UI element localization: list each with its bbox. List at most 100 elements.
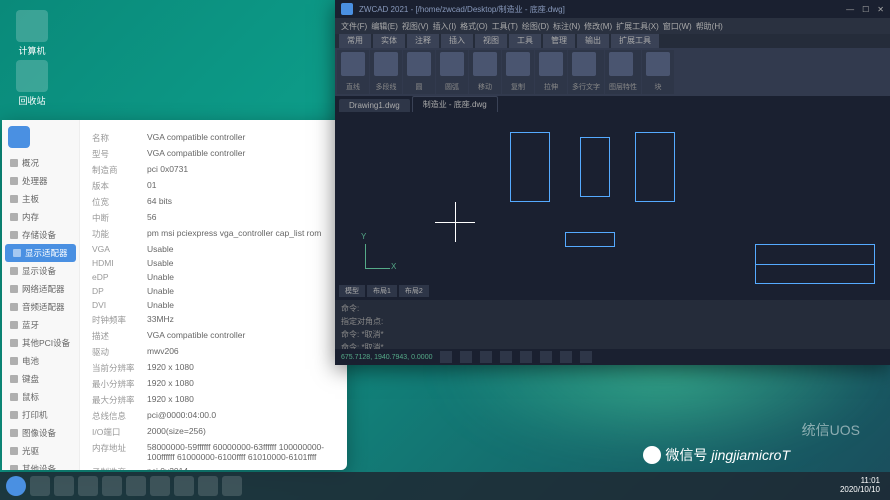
status-toggle[interactable] [460, 351, 472, 363]
menu-item[interactable]: 编辑(E) [371, 21, 398, 32]
ribbon-tool-icon[interactable] [572, 52, 596, 76]
maximize-button[interactable]: ☐ [862, 5, 869, 14]
info-row: 驱动mwv206 [92, 344, 335, 360]
ribbon-group: 复制 [502, 50, 534, 94]
ribbon-tab[interactable]: 插入 [441, 34, 473, 48]
cad-doc-tabs: Drawing1.dwg制造业 - 底座.dwg [335, 96, 890, 112]
status-toggle[interactable] [520, 351, 532, 363]
taskbar-clock[interactable]: 11:012020/10/10 [840, 477, 884, 495]
ribbon-tool-icon[interactable] [473, 52, 497, 76]
taskbar-item[interactable] [78, 476, 98, 496]
cad-command-panel[interactable]: 命令:指定对角点:命令: *取消*命令: *取消* 命令: [335, 299, 890, 349]
ribbon-tab[interactable]: 实体 [373, 34, 405, 48]
ribbon-tab[interactable]: 注释 [407, 34, 439, 48]
cad-ribbon-tabs: 常用实体注释插入视图工具管理输出扩展工具 [335, 34, 890, 48]
doc-tab[interactable]: Drawing1.dwg [339, 99, 410, 112]
close-button[interactable]: ✕ [877, 5, 884, 14]
ribbon-tool-icon[interactable] [440, 52, 464, 76]
sidebar-item[interactable]: 显示适配器 [5, 244, 76, 262]
minimize-button[interactable]: — [846, 5, 854, 14]
ribbon-tool-icon[interactable] [341, 52, 365, 76]
taskbar-item[interactable] [102, 476, 122, 496]
ribbon-tool-icon[interactable] [646, 52, 670, 76]
menu-item[interactable]: 工具(T) [492, 21, 518, 32]
sidebar-item[interactable]: 显示设备 [2, 262, 79, 280]
menu-item[interactable]: 文件(F) [341, 21, 367, 32]
cad-canvas[interactable]: X Y 模型布局1布局2 [335, 112, 890, 299]
taskbar-item[interactable] [174, 476, 194, 496]
menu-item[interactable]: 格式(O) [460, 21, 488, 32]
sidebar-item[interactable]: 蓝牙 [2, 316, 79, 334]
ribbon-tab[interactable]: 输出 [577, 34, 609, 48]
menu-item[interactable]: 绘图(D) [522, 21, 549, 32]
info-row: 版本01 [92, 178, 335, 194]
menu-item[interactable]: 标注(N) [553, 21, 580, 32]
menu-item[interactable]: 窗口(W) [663, 21, 692, 32]
menu-item[interactable]: 修改(M) [584, 21, 612, 32]
sidebar-item[interactable]: 内存 [2, 208, 79, 226]
sidebar-item[interactable]: 打印机 [2, 406, 79, 424]
sysinfo-app-icon [8, 126, 30, 148]
start-button[interactable] [6, 476, 26, 496]
ribbon-tab[interactable]: 常用 [339, 34, 371, 48]
taskbar-item[interactable] [150, 476, 170, 496]
taskbar-item[interactable] [126, 476, 146, 496]
sidebar-item[interactable]: 网络适配器 [2, 280, 79, 298]
taskbar-item[interactable] [198, 476, 218, 496]
cad-menubar: 文件(F) 编辑(E) 视图(V) 插入(I)格式(O) 工具(T) 绘图(D) 标注(N)… [335, 18, 890, 34]
ribbon-group: 块 [642, 50, 674, 94]
cad-drawing-part[interactable] [510, 132, 550, 202]
sidebar-item[interactable]: 鼠标 [2, 388, 79, 406]
sidebar-item[interactable]: 主板 [2, 190, 79, 208]
ribbon-tool-icon[interactable] [506, 52, 530, 76]
desktop-icon-computer[interactable]: 计算机 [12, 10, 52, 57]
status-toggle[interactable] [540, 351, 552, 363]
ribbon-tool-icon[interactable] [539, 52, 563, 76]
desktop-icon-trash[interactable]: 回收站 [12, 60, 52, 107]
info-row: 当前分辨率1920 x 1080 [92, 360, 335, 376]
sidebar-item[interactable]: 图像设备 [2, 424, 79, 442]
cad-drawing-part[interactable] [580, 137, 610, 197]
sidebar-item[interactable]: 键盘 [2, 370, 79, 388]
view-tab[interactable]: 布局1 [367, 285, 397, 297]
sidebar-item[interactable]: 音频适配器 [2, 298, 79, 316]
cad-window: ZWCAD 2021 - [/home/zwcad/Desktop/制造业 - … [335, 0, 890, 365]
sidebar-item[interactable]: 其他设备 [2, 460, 79, 470]
sidebar-item[interactable]: 电池 [2, 352, 79, 370]
sidebar-item[interactable]: 概况 [2, 154, 79, 172]
cad-drawing-part[interactable] [565, 232, 615, 247]
status-toggle[interactable] [440, 351, 452, 363]
cad-title-block[interactable] [755, 244, 875, 284]
cad-statusbar: 675.7128, 1940.7943, 0.0000 [335, 349, 890, 365]
taskbar-item[interactable] [30, 476, 50, 496]
view-tab[interactable]: 布局2 [399, 285, 429, 297]
crosshair-cursor [435, 202, 475, 242]
menu-item[interactable]: 扩展工具(X) [616, 21, 659, 32]
info-row: 最大分辨率1920 x 1080 [92, 392, 335, 408]
doc-tab[interactable]: 制造业 - 底座.dwg [412, 96, 498, 112]
status-toggle[interactable] [480, 351, 492, 363]
status-toggle[interactable] [500, 351, 512, 363]
ribbon-tab[interactable]: 扩展工具 [611, 34, 659, 48]
cad-drawing-part[interactable] [635, 132, 675, 202]
menu-item[interactable]: 帮助(H) [696, 21, 723, 32]
ribbon-tab[interactable]: 工具 [509, 34, 541, 48]
ribbon-tab[interactable]: 视图 [475, 34, 507, 48]
sidebar-item[interactable]: 其他PCI设备 [2, 334, 79, 352]
menu-item[interactable]: 视图(V) [402, 21, 429, 32]
sidebar-item[interactable]: 存储设备 [2, 226, 79, 244]
ribbon-tab[interactable]: 管理 [543, 34, 575, 48]
cad-titlebar[interactable]: ZWCAD 2021 - [/home/zwcad/Desktop/制造业 - … [335, 0, 890, 18]
taskbar-item[interactable] [54, 476, 74, 496]
menu-item[interactable]: 插入(I) [433, 21, 457, 32]
ribbon-tool-icon[interactable] [407, 52, 431, 76]
status-toggle[interactable] [580, 351, 592, 363]
cad-ribbon: 直线多段线圆圆弧移动复制拉伸多行文字图层特性块 [335, 48, 890, 96]
sidebar-item[interactable]: 处理器 [2, 172, 79, 190]
view-tab[interactable]: 模型 [339, 285, 365, 297]
sidebar-item[interactable]: 光驱 [2, 442, 79, 460]
status-toggle[interactable] [560, 351, 572, 363]
ribbon-tool-icon[interactable] [374, 52, 398, 76]
taskbar-item[interactable] [222, 476, 242, 496]
ribbon-tool-icon[interactable] [609, 52, 633, 76]
